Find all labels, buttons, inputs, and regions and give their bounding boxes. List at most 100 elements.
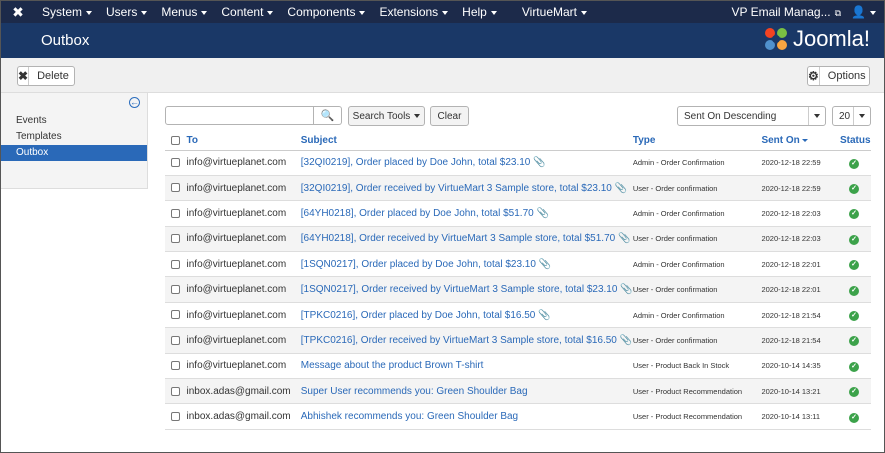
row-checkbox[interactable]: [171, 335, 180, 345]
row-checkbox[interactable]: [171, 411, 180, 421]
outbox-table: To Subject Type Sent On Status info@virt…: [165, 131, 871, 430]
row-checkbox[interactable]: [171, 208, 180, 218]
sidebar-collapse-icon[interactable]: ←: [129, 97, 140, 108]
chevron-down-icon: [442, 10, 449, 15]
check-circle-icon: ✓: [849, 209, 859, 220]
cell-subject[interactable]: [32QI0219], Order received by VirtueMart…: [300, 175, 633, 202]
cell-subject[interactable]: [TPKC0216], Order received by VirtueMart…: [300, 327, 633, 354]
cell-subject[interactable]: [64YH0218], Order received by VirtueMart…: [300, 226, 633, 253]
subject-link[interactable]: [TPKC0216], Order received by VirtueMart…: [301, 335, 617, 346]
menu-label: Components: [287, 5, 356, 19]
row-checkbox[interactable]: [171, 183, 180, 193]
paperclip-icon: 📎: [536, 207, 550, 219]
row-checkbox[interactable]: [171, 234, 180, 244]
check-circle-icon: ✓: [849, 260, 859, 271]
row-checkbox[interactable]: [171, 386, 180, 396]
chevron-down-icon: [201, 10, 208, 15]
subject-link[interactable]: [32QI0219], Order placed by Doe John, to…: [301, 157, 531, 168]
subject-link[interactable]: Abhishek recommends you: Green Shoulder …: [301, 411, 518, 422]
row-checkbox[interactable]: [171, 259, 180, 269]
menu-virtuemart[interactable]: VirtueMart: [522, 5, 587, 19]
check-circle-icon: ✓: [849, 285, 859, 296]
subject-link[interactable]: Message about the product Brown T-shirt: [301, 360, 484, 371]
cell-subject[interactable]: [32QI0219], Order placed by Doe John, to…: [300, 150, 633, 176]
sort-select[interactable]: Sent On Descending: [677, 106, 826, 126]
menu-users[interactable]: Users: [99, 1, 154, 23]
menu-help[interactable]: Help: [455, 1, 504, 23]
menu-content[interactable]: Content: [214, 1, 280, 23]
row-checkbox[interactable]: [171, 310, 180, 320]
cell-type: User - Order confirmation: [632, 276, 762, 303]
search-input[interactable]: [165, 106, 314, 125]
cell-subject[interactable]: [TPKC0216], Order placed by Doe John, to…: [300, 302, 633, 329]
menu-extensions[interactable]: Extensions: [372, 1, 455, 23]
col-header-type[interactable]: Type: [632, 131, 762, 151]
toolbar: ✖ Delete ⚙ Options: [1, 58, 884, 93]
paperclip-icon: 📎: [619, 334, 633, 346]
sidebar-item-templates[interactable]: Templates: [1, 129, 147, 145]
sidebar-item-events[interactable]: Events: [1, 113, 147, 129]
cell-status: ✓: [840, 378, 871, 405]
table-header-row: To Subject Type Sent On Status: [165, 131, 871, 151]
options-button[interactable]: ⚙ Options: [807, 66, 870, 86]
joomla-menu-icon[interactable]: ✖: [1, 1, 35, 23]
paperclip-icon: 📎: [538, 258, 552, 270]
subject-link[interactable]: Super User recommends you: Green Shoulde…: [301, 386, 528, 397]
limit-select[interactable]: 20: [832, 106, 871, 126]
cell-status: ✓: [840, 302, 871, 329]
menu-label: Menus: [161, 5, 198, 19]
paperclip-icon: 📎: [614, 182, 628, 194]
subject-link[interactable]: [TPKC0216], Order placed by Doe John, to…: [301, 310, 536, 321]
row-checkbox[interactable]: [171, 285, 180, 294]
menu-label: Content: [221, 5, 264, 19]
check-circle-icon: ✓: [849, 234, 859, 245]
cell-to: info@virtueplanet.com: [186, 302, 301, 329]
menu-system[interactable]: System: [35, 1, 99, 23]
row-checkbox[interactable]: [171, 158, 180, 168]
col-header-to[interactable]: To: [186, 131, 301, 151]
col-header-status[interactable]: Status: [840, 131, 871, 151]
cell-subject[interactable]: [1SQN0217], Order received by VirtueMart…: [300, 276, 633, 303]
row-checkbox[interactable]: [171, 361, 180, 371]
subject-link[interactable]: [64YH0218], Order received by VirtueMart…: [301, 233, 615, 244]
delete-button[interactable]: ✖ Delete: [17, 66, 75, 86]
cell-subject[interactable]: Message about the product Brown T-shirt: [300, 353, 633, 380]
user-menu[interactable]: 👤: [851, 5, 876, 19]
row-select-cell: [165, 353, 187, 380]
delete-button-label: Delete: [37, 70, 69, 82]
search-button[interactable]: 🔍: [314, 106, 342, 125]
cell-subject[interactable]: Super User recommends you: Green Shoulde…: [300, 378, 633, 405]
menu-menus[interactable]: Menus: [154, 1, 214, 23]
subject-link[interactable]: [1SQN0217], Order placed by Doe John, to…: [301, 259, 536, 270]
subject-link[interactable]: [64YH0218], Order placed by Doe John, to…: [301, 208, 534, 219]
cell-to: info@virtueplanet.com: [186, 175, 301, 202]
cell-subject[interactable]: [64YH0218], Order placed by Doe John, to…: [300, 200, 633, 227]
cell-to: info@virtueplanet.com: [186, 353, 301, 380]
cell-sent-on: 2020-12-18 22:01: [761, 251, 840, 278]
page-header: Outbox Joomla!: [1, 23, 884, 58]
sidebar-item-outbox[interactable]: Outbox: [1, 145, 147, 161]
cell-subject[interactable]: Abhishek recommends you: Green Shoulder …: [300, 403, 633, 430]
clear-button[interactable]: Clear: [430, 106, 469, 126]
cell-sent-on: 2020-12-18 22:03: [761, 200, 840, 227]
paperclip-icon: 📎: [620, 284, 633, 296]
cell-type: Admin - Order Confirmation: [632, 150, 762, 176]
subject-link[interactable]: [32QI0219], Order received by VirtueMart…: [301, 183, 612, 194]
col-header-subject[interactable]: Subject: [300, 131, 633, 151]
cell-status: ✓: [840, 251, 871, 278]
cell-to: inbox.adas@gmail.com: [186, 403, 301, 430]
menu-label: System: [42, 5, 83, 19]
menu-components[interactable]: Components: [280, 1, 372, 23]
table-row: info@virtueplanet.com [TPKC0216], Order r…: [165, 327, 871, 354]
subject-link[interactable]: [1SQN0217], Order received by VirtueMart…: [301, 284, 618, 295]
search-tools-button[interactable]: Search Tools: [348, 106, 425, 126]
sidebar: ← Events Templates Outbox: [1, 93, 148, 189]
cell-subject[interactable]: [1SQN0217], Order placed by Doe John, to…: [300, 251, 633, 278]
select-all-checkbox[interactable]: [171, 135, 180, 145]
joomla-wordmark: Joomla!: [792, 26, 870, 51]
col-header-sent-on[interactable]: Sent On: [761, 131, 840, 151]
paperclip-icon: 📎: [538, 309, 551, 321]
paperclip-icon: 📎: [533, 157, 546, 169]
site-link[interactable]: VP Email Manag... ⧉: [731, 5, 841, 19]
sort-desc-icon: [801, 138, 808, 142]
